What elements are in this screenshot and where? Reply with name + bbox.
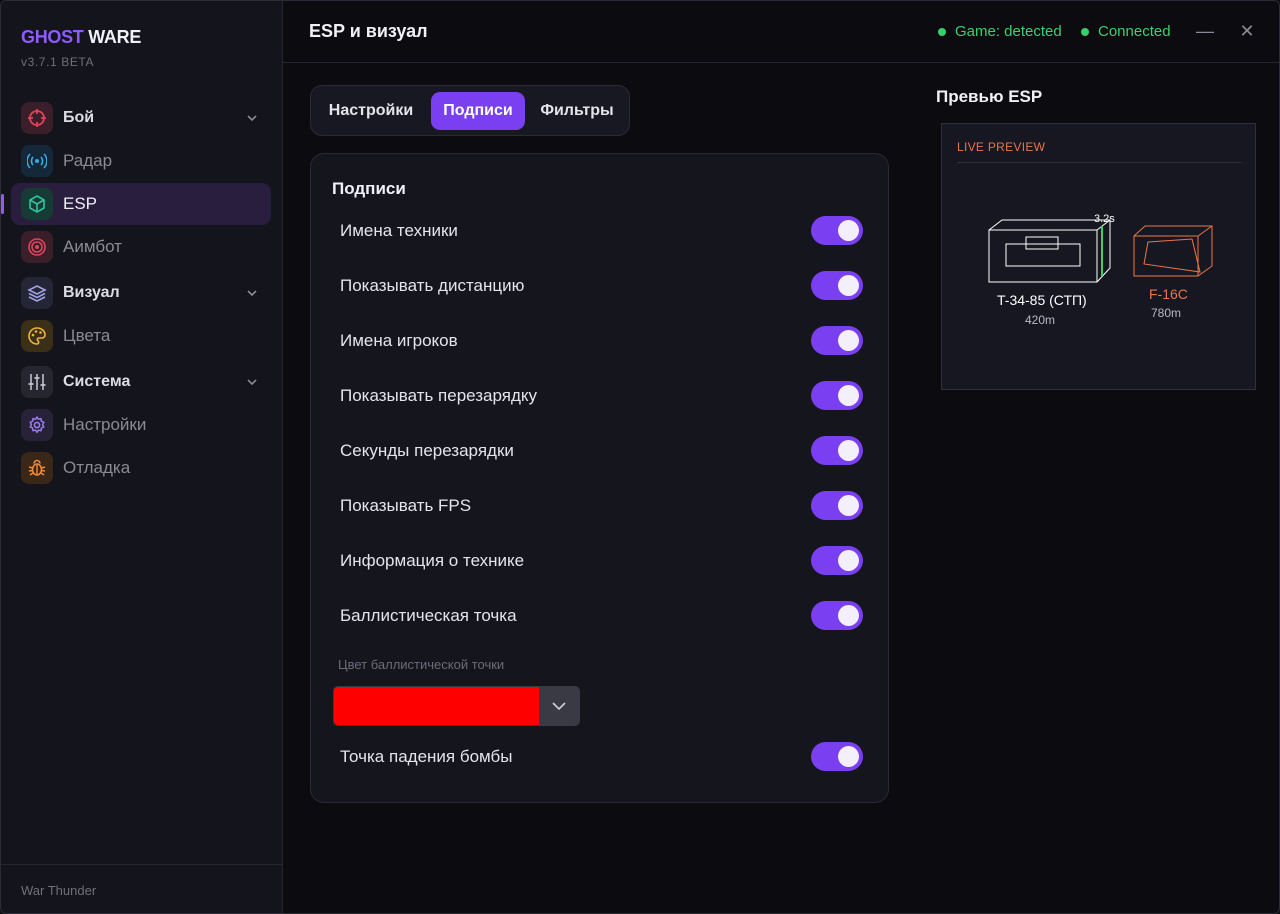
version-label: v3.7.1 BETA — [21, 55, 95, 69]
game-name-footer: War Thunder — [21, 883, 97, 898]
panel-title: Подписи — [332, 179, 406, 198]
toggle-row-show-fps: Показывать FPS — [340, 489, 863, 523]
sidebar-divider — [1, 864, 282, 865]
toggle-label: Показывать дистанцию — [340, 276, 525, 295]
top-header: ESP и визуал Game: detected Connected — … — [283, 1, 1279, 63]
page-title: ESP и визуал — [309, 21, 428, 41]
sidebar-item-label: Цвета — [63, 326, 111, 345]
crosshair-icon — [21, 102, 53, 134]
sidebar-item-label: Аимбот — [63, 237, 122, 256]
sidebar-item-label: Настройки — [63, 415, 147, 434]
show-reload-toggle[interactable] — [811, 381, 863, 410]
game-status-label: Game: detected — [955, 23, 1062, 40]
toggle-row-ballistic-point: Баллистическая точка — [340, 599, 863, 633]
color-swatch[interactable] — [334, 687, 539, 725]
sidebar-item-visual[interactable]: Визуал — [11, 272, 271, 314]
sidebar-item-label: Радар — [63, 151, 113, 170]
minimize-button[interactable]: — — [1193, 19, 1217, 43]
sidebar-item-radar[interactable]: Радар — [11, 140, 271, 182]
chevron-down-icon[interactable] — [245, 286, 259, 300]
sidebar-nav: Бой Радар ESP Аимбот Визуал Цвета Систем… — [1, 97, 271, 490]
toggle-row-vehicle-info: Информация о технике — [340, 544, 863, 578]
plane-box — [1133, 225, 1213, 277]
tank-distance: 420m — [1025, 313, 1056, 327]
preview-canvas: 3.2s — [988, 213, 1213, 283]
status-dot-icon — [1081, 27, 1089, 36]
toggle-row-player-names: Имена игроков — [340, 324, 863, 358]
sidebar-item-esp[interactable]: ESP — [1, 183, 271, 225]
chevron-down-icon[interactable] — [539, 687, 579, 725]
toggle-label: Баллистическая точка — [340, 606, 517, 625]
sidebar-item-label: Визуал — [63, 284, 120, 301]
radar-icon — [21, 145, 53, 177]
app-window: GHOST WARE v3.7.1 BETA Бой Радар ESP Аим… — [0, 0, 1280, 914]
tab-labels[interactable]: Подписи — [431, 92, 525, 130]
palette-icon — [21, 320, 53, 352]
esp-preview: LIVE PREVIEW 3.2s T-34-85 (СТП) 420m F-1… — [941, 123, 1256, 390]
close-button[interactable]: ✕ — [1235, 19, 1259, 43]
toggle-label: Имена техники — [340, 221, 458, 240]
sidebar-item-settings[interactable]: Настройки — [11, 404, 271, 446]
toggle-label: Точка падения бомбы — [340, 747, 513, 766]
toggle-row-reload-seconds: Секунды перезарядки — [340, 434, 863, 468]
ballistic-point-toggle[interactable] — [811, 601, 863, 630]
sidebar-item-label: Система — [63, 373, 131, 390]
plane-name: F-16C — [1149, 286, 1188, 302]
chevron-down-icon[interactable] — [245, 111, 259, 125]
plane-distance: 780m — [1151, 306, 1182, 320]
sliders-icon — [21, 366, 53, 398]
reload-time: 3.2s — [1094, 213, 1115, 225]
bug-icon — [21, 452, 53, 484]
brand-part2: WARE — [88, 27, 142, 47]
ballistic-color-label: Цвет баллистической точки — [338, 657, 505, 672]
toggle-label: Секунды перезарядки — [340, 441, 514, 460]
brand-part1: GHOST — [21, 27, 84, 47]
game-status: Game: detected — [938, 23, 1062, 40]
reload-seconds-toggle[interactable] — [811, 436, 863, 465]
toggle-label: Имена игроков — [340, 331, 458, 350]
sidebar-item-label: ESP — [63, 194, 98, 213]
show-fps-toggle[interactable] — [811, 491, 863, 520]
tab-settings[interactable]: Настройки — [321, 92, 421, 130]
player-names-toggle[interactable] — [811, 326, 863, 355]
tank-box — [988, 219, 1111, 283]
sidebar-item-label: Бой — [63, 109, 95, 126]
status-dot-icon — [938, 27, 946, 36]
tab-bar: Настройки Подписи Фильтры — [310, 85, 630, 136]
gear-icon — [21, 409, 53, 441]
vehicle-names-toggle[interactable] — [811, 216, 863, 245]
toggle-row-show-distance: Показывать дистанцию — [340, 269, 863, 303]
sidebar-item-system[interactable]: Система — [11, 361, 271, 403]
bomb-impact-toggle[interactable] — [811, 742, 863, 771]
cube-icon — [21, 188, 53, 220]
sidebar-item-aimbot[interactable]: Аимбот — [11, 226, 271, 268]
preview-title: Превью ESP — [936, 87, 1043, 106]
chevron-down-icon[interactable] — [245, 375, 259, 389]
brand-logo: GHOST WARE — [21, 27, 141, 48]
toggle-row-show-reload: Показывать перезарядку — [340, 379, 863, 413]
connection-status: Connected — [1081, 23, 1171, 40]
show-distance-toggle[interactable] — [811, 271, 863, 300]
toggle-label: Показывать FPS — [340, 496, 472, 515]
toggle-label: Показывать перезарядку — [340, 386, 538, 405]
sidebar-item-colors[interactable]: Цвета — [11, 315, 271, 357]
labels-panel: Подписи Имена техники Показывать дистанц… — [310, 153, 889, 803]
tank-name: T-34-85 (СТП) — [997, 292, 1087, 308]
vehicle-info-toggle[interactable] — [811, 546, 863, 575]
toggle-row-bomb-impact: Точка падения бомбы — [340, 740, 863, 774]
toggle-row-vehicle-names: Имена техники — [340, 214, 863, 248]
target-icon — [21, 231, 53, 263]
ballistic-color-select[interactable] — [333, 686, 580, 726]
sidebar: GHOST WARE v3.7.1 BETA Бой Радар ESP Аим… — [1, 1, 283, 913]
layers-icon — [21, 277, 53, 309]
tab-filters[interactable]: Фильтры — [533, 92, 621, 130]
toggle-label: Информация о технике — [340, 551, 525, 570]
sidebar-item-combat[interactable]: Бой — [11, 97, 271, 139]
sidebar-item-debug[interactable]: Отладка — [11, 447, 271, 489]
sidebar-item-label: Отладка — [63, 458, 131, 477]
connection-status-label: Connected — [1098, 23, 1171, 40]
